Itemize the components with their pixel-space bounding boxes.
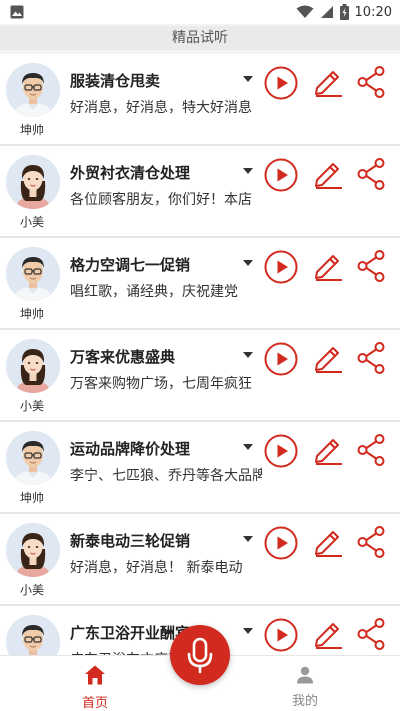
gallery-icon [10, 5, 24, 19]
script-title: 外贸衬衣清仓处理 [70, 164, 191, 182]
script-title: 运动品牌降价处理 [70, 440, 191, 458]
share-icon [356, 526, 386, 563]
play-icon [264, 250, 298, 288]
nav-home-tab[interactable]: 首页 [60, 662, 130, 711]
voice-name: 坤帅 [19, 491, 44, 505]
chevron-down-icon[interactable] [243, 536, 253, 542]
signal-icon [320, 6, 333, 18]
nav-mine-label: 我的 [291, 694, 318, 709]
play-button[interactable] [264, 618, 298, 652]
share-icon [356, 66, 386, 103]
edit-icon [312, 347, 344, 377]
record-mic-button[interactable] [170, 625, 230, 685]
share-button[interactable] [356, 65, 386, 99]
share-button[interactable] [356, 249, 386, 283]
share-button[interactable] [356, 525, 386, 559]
script-preview: 好消息，好消息，特大好消息 [70, 100, 252, 116]
nav-home-label: 首页 [81, 696, 108, 711]
play-button[interactable] [264, 158, 298, 192]
play-icon [264, 342, 298, 380]
voice-name: 小美 [19, 399, 44, 413]
wifi-icon [296, 5, 314, 18]
edit-button[interactable] [312, 341, 344, 373]
play-button[interactable] [264, 434, 298, 468]
chevron-down-icon[interactable] [243, 76, 253, 82]
script-preview: 各位顾客朋友，你们好！本店 [70, 192, 252, 208]
share-icon [356, 434, 386, 471]
edit-button[interactable] [312, 65, 344, 97]
script-preview: 万客来购物广场，七周年疯狂 [70, 376, 252, 392]
voice-avatar [6, 339, 60, 393]
script-list-item[interactable]: 坤帅 服装清仓甩卖好消息，好消息，特大好消息 [0, 54, 400, 146]
chevron-down-icon[interactable] [243, 260, 253, 266]
script-preview: 李宁、七匹狼、乔丹等各大品牌 [70, 468, 262, 484]
edit-icon [312, 439, 344, 469]
share-icon [356, 342, 386, 379]
edit-button[interactable] [312, 525, 344, 557]
status-bar: 10:20 [0, 0, 400, 24]
share-button[interactable] [356, 433, 386, 467]
voice-name: 小美 [19, 215, 44, 229]
home-icon [85, 665, 105, 685]
voice-name: 坤帅 [19, 307, 44, 321]
edit-icon [312, 163, 344, 193]
voice-avatar [6, 63, 60, 117]
voice-name: 小美 [19, 583, 44, 597]
play-button[interactable] [264, 66, 298, 100]
share-button[interactable] [356, 157, 386, 191]
person-icon [297, 666, 313, 684]
voice-avatar [6, 247, 60, 301]
share-icon [356, 250, 386, 287]
battery-icon [339, 4, 349, 20]
script-preview: 唱红歌，诵经典，庆祝建党 [70, 284, 238, 300]
script-list-item[interactable]: 坤帅 运动品牌降价处理李宁、七匹狼、乔丹等各大品牌 [0, 422, 400, 514]
share-icon [356, 158, 386, 195]
play-button[interactable] [264, 526, 298, 560]
script-title: 格力空调七一促销 [70, 256, 191, 274]
voice-avatar [6, 523, 60, 577]
script-list-item[interactable]: 小美 万客来优惠盛典万客来购物广场，七周年疯狂 [0, 330, 400, 422]
edit-icon [312, 623, 344, 653]
status-time: 10:20 [354, 4, 392, 20]
play-icon [264, 526, 298, 564]
chevron-down-icon[interactable] [243, 168, 253, 174]
play-button[interactable] [264, 342, 298, 376]
play-button[interactable] [264, 250, 298, 284]
edit-button[interactable] [312, 433, 344, 465]
share-button[interactable] [356, 341, 386, 375]
voice-avatar [6, 155, 60, 209]
edit-button[interactable] [312, 617, 344, 649]
microphone-icon [187, 637, 213, 674]
nav-mine-tab[interactable]: 我的 [270, 662, 340, 709]
app-screen: 10:20 精品试听 坤帅 服装清仓甩卖好消息，好消息，特大好消息小美 外贸衬衣清仓… [0, 0, 400, 711]
edit-button[interactable] [312, 249, 344, 281]
script-preview: 好消息，好消息！ 新泰电动 [70, 560, 243, 576]
script-list-item[interactable]: 坤帅 格力空调七一促销唱红歌，诵经典，庆祝建党 [0, 238, 400, 330]
edit-icon [312, 71, 344, 101]
chevron-down-icon[interactable] [243, 444, 253, 450]
script-list: 坤帅 服装清仓甩卖好消息，好消息，特大好消息小美 外贸衬衣清仓处理各位顾客朋友，你们… [0, 54, 400, 698]
script-list-item[interactable]: 小美 外贸衬衣清仓处理各位顾客朋友，你们好！本店 [0, 146, 400, 238]
play-icon [264, 158, 298, 196]
play-icon [264, 618, 298, 656]
voice-name: 坤帅 [19, 123, 44, 137]
play-icon [264, 66, 298, 104]
chevron-down-icon[interactable] [243, 628, 253, 634]
voice-avatar [6, 431, 60, 485]
share-button[interactable] [356, 617, 386, 651]
chevron-down-icon[interactable] [243, 352, 253, 358]
edit-icon [312, 255, 344, 285]
section-title: 精品试听 [0, 26, 400, 50]
edit-button[interactable] [312, 157, 344, 189]
play-icon [264, 434, 298, 472]
script-title: 服装清仓甩卖 [70, 72, 161, 90]
script-list-item[interactable]: 小美 新泰电动三轮促销好消息，好消息！ 新泰电动 [0, 514, 400, 606]
script-title: 新泰电动三轮促销 [70, 532, 191, 550]
script-title: 万客来优惠盛典 [70, 348, 176, 366]
share-icon [356, 618, 386, 655]
edit-icon [312, 531, 344, 561]
